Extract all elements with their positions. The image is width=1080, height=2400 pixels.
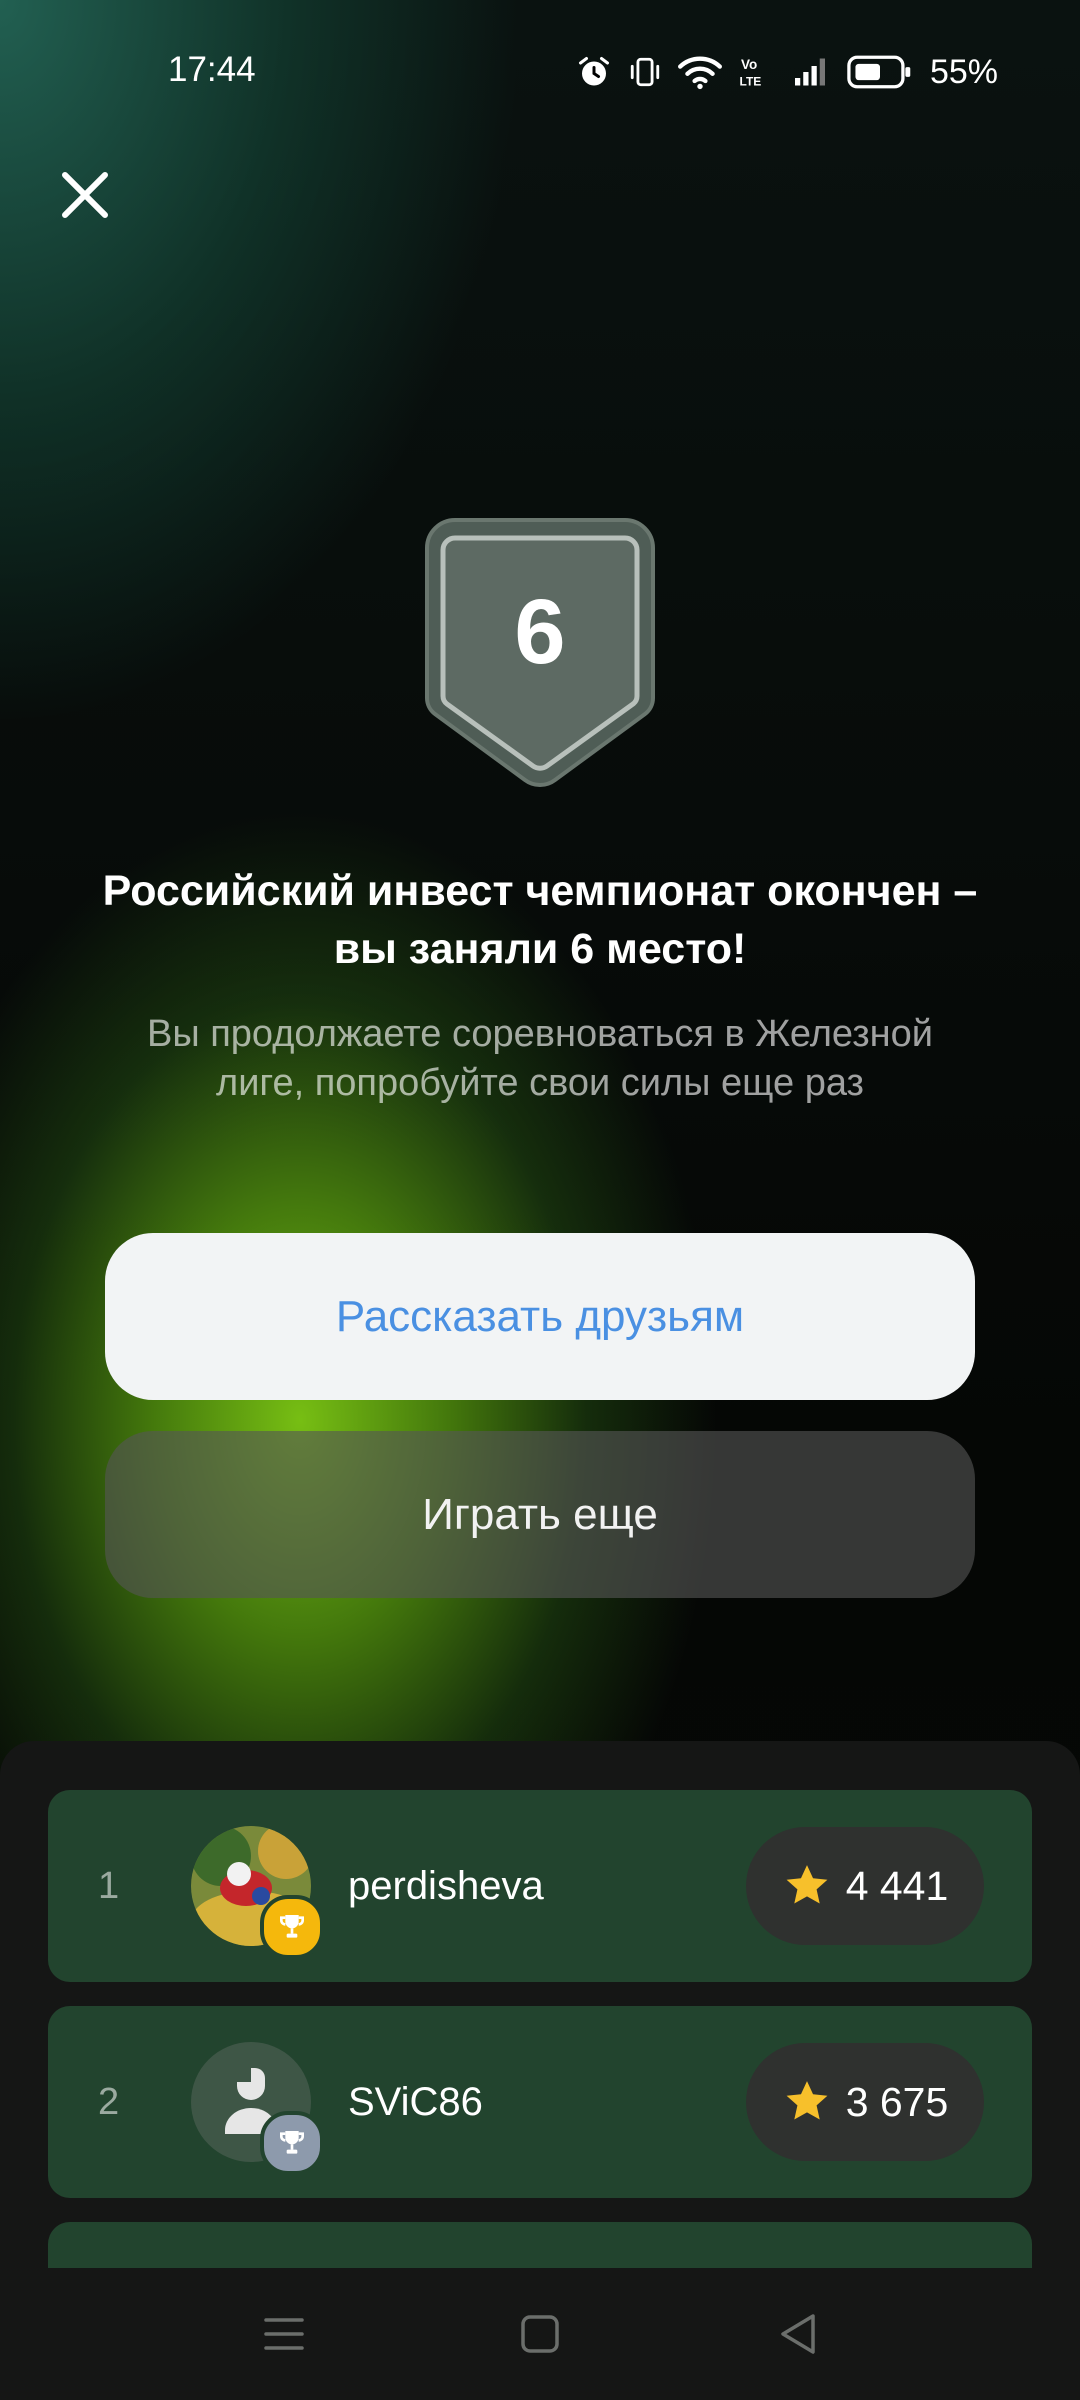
close-icon [62, 172, 108, 218]
svg-text:LTE: LTE [739, 75, 761, 89]
status-time: 17:44 [168, 50, 256, 89]
score-pill: 3 675 [746, 2043, 984, 2161]
status-bar: 17:44 Vo LTE 55% [0, 0, 1080, 140]
back-nav-button[interactable] [773, 2308, 825, 2360]
score-pill: 4 441 [746, 1827, 984, 1945]
home-nav-button[interactable] [514, 2308, 566, 2360]
leaderboard-row[interactable]: 2 SViC86 3 675 [48, 2006, 1032, 2198]
score-value: 3 675 [845, 2078, 949, 2125]
menu-icon [264, 2318, 304, 2350]
gold-trophy-icon [260, 1895, 324, 1959]
system-nav-bar [0, 2268, 1080, 2400]
menu-nav-button[interactable] [258, 2308, 310, 2360]
battery-icon [847, 55, 911, 89]
close-button[interactable] [55, 165, 115, 225]
wifi-icon [677, 56, 722, 90]
rank-number: 1 [98, 1865, 120, 1907]
battery-percent: 55% [929, 52, 998, 91]
result-title: Российский инвест чемпионат окончен – вы… [102, 867, 978, 973]
home-icon [521, 2315, 559, 2353]
silver-trophy-icon [260, 2111, 324, 2175]
result-subtitle: Вы продолжаете соревноваться в Железной … [147, 1013, 933, 1104]
leaderboard-row-partial[interactable] [48, 2222, 1032, 2271]
svg-text:Vo: Vo [741, 57, 757, 72]
place-badge: 6 [425, 518, 655, 788]
vibrate-icon [630, 57, 660, 87]
play-again-button[interactable]: Играть еще [105, 1431, 975, 1598]
star-icon [786, 1865, 828, 1904]
rank-number: 2 [98, 2081, 120, 2123]
username: perdisheva [348, 1864, 544, 1908]
username: SViC86 [348, 2080, 483, 2124]
signal-icon [794, 58, 825, 86]
place-number: 6 [514, 581, 566, 683]
leaderboard-sheet[interactable]: 1 perdisheva 4 441 2 SViC86 3 675 [0, 1741, 1080, 2271]
score-value: 4 441 [845, 1862, 949, 1909]
back-icon [781, 2314, 815, 2354]
leaderboard-row[interactable]: 1 perdisheva 4 441 [48, 1790, 1032, 1982]
volte-icon: Vo LTE [739, 57, 761, 89]
alarm-icon [578, 57, 609, 86]
share-with-friends-button[interactable]: Рассказать друзьям [105, 1233, 975, 1400]
status-icons: Vo LTE 55% [576, 50, 998, 94]
star-icon [786, 2081, 828, 2120]
